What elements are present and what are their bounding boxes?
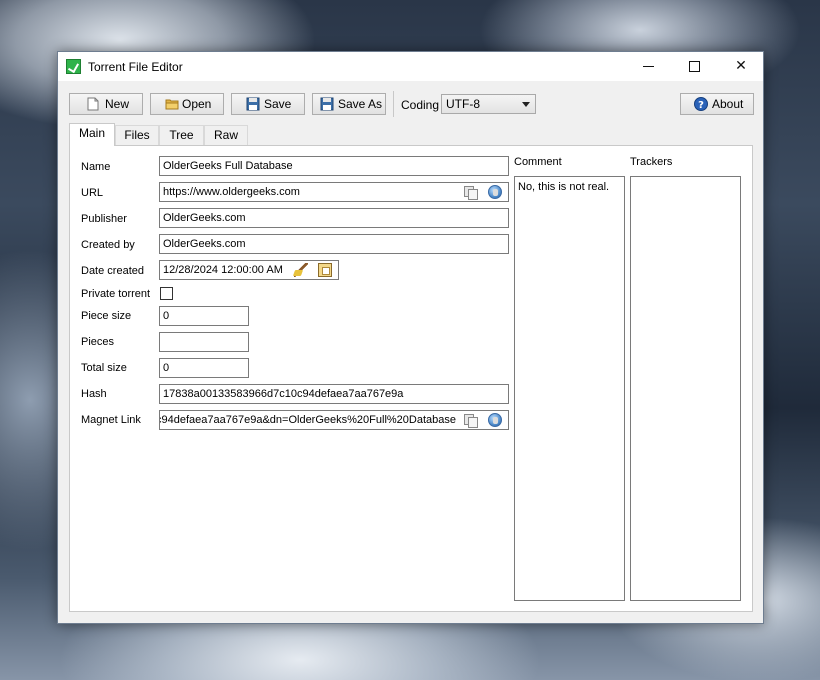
open-button[interactable]: Open bbox=[150, 93, 224, 115]
name-label: Name bbox=[81, 161, 111, 173]
created-by-field-value: OlderGeeks.com bbox=[163, 238, 246, 250]
total-size-field[interactable]: 0 bbox=[159, 358, 249, 378]
about-button[interactable]: ? About bbox=[680, 93, 754, 115]
private-torrent-label: Private torrent bbox=[81, 288, 151, 300]
url-field[interactable]: https://www.oldergeeks.com bbox=[159, 182, 509, 202]
piece-size-field-value: 0 bbox=[163, 310, 170, 322]
close-icon: ✕ bbox=[735, 58, 747, 74]
pieces-label: Pieces bbox=[81, 336, 115, 348]
coding-select-value: UTF-8 bbox=[446, 97, 480, 111]
date-created-field-value: 12/28/2024 12:00:00 AM bbox=[163, 264, 283, 276]
torrent-app-icon bbox=[66, 59, 81, 74]
help-icon: ? bbox=[694, 97, 708, 111]
piece-size-label: Piece size bbox=[81, 310, 132, 322]
url-field-value: https://www.oldergeeks.com bbox=[163, 186, 300, 198]
save-button-label: Save bbox=[264, 97, 292, 111]
svg-text:?: ? bbox=[698, 100, 704, 111]
save-as-button-label: Save As bbox=[338, 97, 383, 111]
app-window: Torrent File Editor ✕ New Open Save Save… bbox=[57, 51, 764, 624]
tab-main[interactable]: Main bbox=[69, 123, 115, 146]
tab-tree[interactable]: Tree bbox=[159, 125, 204, 145]
globe-icon[interactable] bbox=[488, 413, 502, 427]
toolbar-separator bbox=[393, 91, 394, 117]
hash-field-value: 17838a00133583966d7c10c94defaea7aa767e9a bbox=[163, 388, 404, 400]
floppy-icon bbox=[246, 97, 260, 111]
floppy-icon bbox=[320, 97, 334, 111]
new-button-label: New bbox=[105, 97, 130, 111]
name-field[interactable]: OlderGeeks Full Database bbox=[159, 156, 509, 176]
pieces-field[interactable] bbox=[159, 332, 249, 352]
new-file-icon bbox=[86, 97, 100, 111]
trackers-textarea[interactable] bbox=[630, 176, 741, 601]
coding-select[interactable]: UTF-8 bbox=[441, 94, 536, 114]
magnet-link-field-value: c94defaea7aa767e9a&dn=OlderGeeks%20Full%… bbox=[159, 414, 456, 426]
comment-text: No, this is not real. bbox=[518, 181, 610, 193]
globe-icon[interactable] bbox=[488, 185, 502, 199]
publisher-label: Publisher bbox=[81, 213, 127, 225]
copy-icon[interactable] bbox=[463, 413, 478, 428]
coding-label: Coding bbox=[401, 98, 440, 112]
magnet-link-field[interactable]: c94defaea7aa767e9a&dn=OlderGeeks%20Full%… bbox=[159, 410, 509, 430]
private-torrent-checkbox[interactable] bbox=[160, 287, 173, 300]
toolbar: New Open Save Save As Coding UTF-8 ? Abo… bbox=[58, 82, 763, 122]
new-button[interactable]: New bbox=[69, 93, 143, 115]
maximize-button[interactable] bbox=[672, 52, 718, 81]
minimize-button[interactable] bbox=[626, 52, 672, 81]
about-button-label: About bbox=[712, 97, 744, 111]
created-by-field[interactable]: OlderGeeks.com bbox=[159, 234, 509, 254]
trackers-label: Trackers bbox=[630, 156, 673, 168]
tab-files[interactable]: Files bbox=[115, 125, 159, 145]
save-button[interactable]: Save bbox=[231, 93, 305, 115]
main-panel: Name OlderGeeks Full Database URL https:… bbox=[69, 145, 753, 612]
folder-icon bbox=[165, 97, 179, 111]
calendar-icon[interactable] bbox=[318, 263, 332, 277]
name-field-value: OlderGeeks Full Database bbox=[163, 160, 293, 172]
date-created-field[interactable]: 12/28/2024 12:00:00 AM bbox=[159, 260, 339, 280]
copy-icon[interactable] bbox=[463, 185, 478, 200]
total-size-label: Total size bbox=[81, 362, 127, 374]
window-title: Torrent File Editor bbox=[88, 60, 183, 74]
comment-label: Comment bbox=[514, 156, 562, 168]
chevron-down-icon bbox=[522, 102, 530, 107]
hash-field[interactable]: 17838a00133583966d7c10c94defaea7aa767e9a bbox=[159, 384, 509, 404]
save-as-button[interactable]: Save As bbox=[312, 93, 386, 115]
clear-icon[interactable] bbox=[294, 263, 308, 277]
hash-label: Hash bbox=[81, 388, 107, 400]
date-created-label: Date created bbox=[81, 265, 144, 277]
publisher-field-value: OlderGeeks.com bbox=[163, 212, 246, 224]
title-bar[interactable]: Torrent File Editor ✕ bbox=[58, 52, 763, 81]
comment-textarea[interactable]: No, this is not real. bbox=[514, 176, 625, 601]
close-button[interactable]: ✕ bbox=[718, 52, 764, 81]
maximize-icon bbox=[689, 61, 700, 72]
piece-size-field[interactable]: 0 bbox=[159, 306, 249, 326]
open-button-label: Open bbox=[182, 97, 212, 111]
created-by-label: Created by bbox=[81, 239, 135, 251]
total-size-field-value: 0 bbox=[163, 362, 170, 374]
tab-raw[interactable]: Raw bbox=[204, 125, 248, 145]
publisher-field[interactable]: OlderGeeks.com bbox=[159, 208, 509, 228]
url-label: URL bbox=[81, 187, 104, 199]
magnet-link-label: Magnet Link bbox=[81, 414, 141, 426]
minimize-icon bbox=[643, 66, 654, 67]
